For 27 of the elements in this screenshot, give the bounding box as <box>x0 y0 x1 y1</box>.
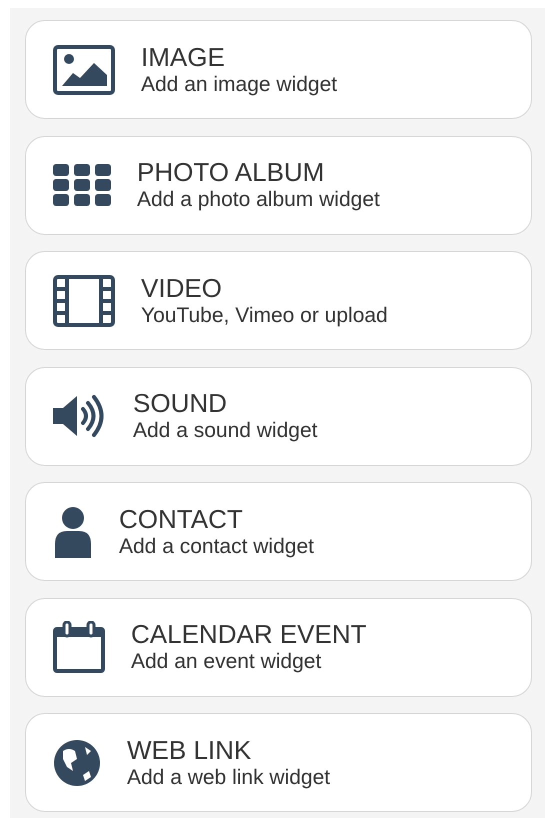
widget-option[interactable]: CONTACT Add a contact widget <box>25 482 532 581</box>
widget-title: CALENDAR EVENT <box>131 619 366 649</box>
widget-description: Add a web link widget <box>127 764 330 790</box>
widget-option[interactable]: SOUND Add a sound widget <box>25 366 532 466</box>
person-icon <box>53 506 93 558</box>
widget-description: Add an event widget <box>131 649 322 675</box>
widget-title: CONTACT <box>119 504 244 534</box>
picture-icon <box>53 44 115 94</box>
widget-title: WEB LINK <box>127 734 252 764</box>
widget-description: Add a photo album widget <box>137 187 380 213</box>
widget-description: YouTube, Vimeo or upload <box>141 302 388 328</box>
calendar-icon <box>53 621 105 673</box>
widget-description: Add an image widget <box>141 72 338 98</box>
widget-option[interactable]: IMAGE Add an image widget <box>25 20 532 119</box>
widget-title: SOUND <box>133 388 228 418</box>
widget-option[interactable]: VIDEO YouTube, Vimeo or upload <box>25 251 532 350</box>
grid-icon <box>53 164 111 206</box>
widget-option[interactable]: PHOTO ALBUM Add a photo album widget <box>25 136 532 234</box>
widget-option[interactable]: CALENDAR EVENT Add an event widget <box>25 598 532 696</box>
widget-option[interactable]: WEB LINK Add a web link widget <box>25 713 532 812</box>
widget-title: IMAGE <box>141 42 226 72</box>
widget-title: PHOTO ALBUM <box>137 157 326 187</box>
widget-description: Add a contact widget <box>119 534 314 560</box>
widget-title: VIDEO <box>141 272 223 302</box>
widget-description: Add a sound widget <box>133 418 318 444</box>
globe-icon <box>53 738 101 786</box>
film-icon <box>53 274 115 326</box>
